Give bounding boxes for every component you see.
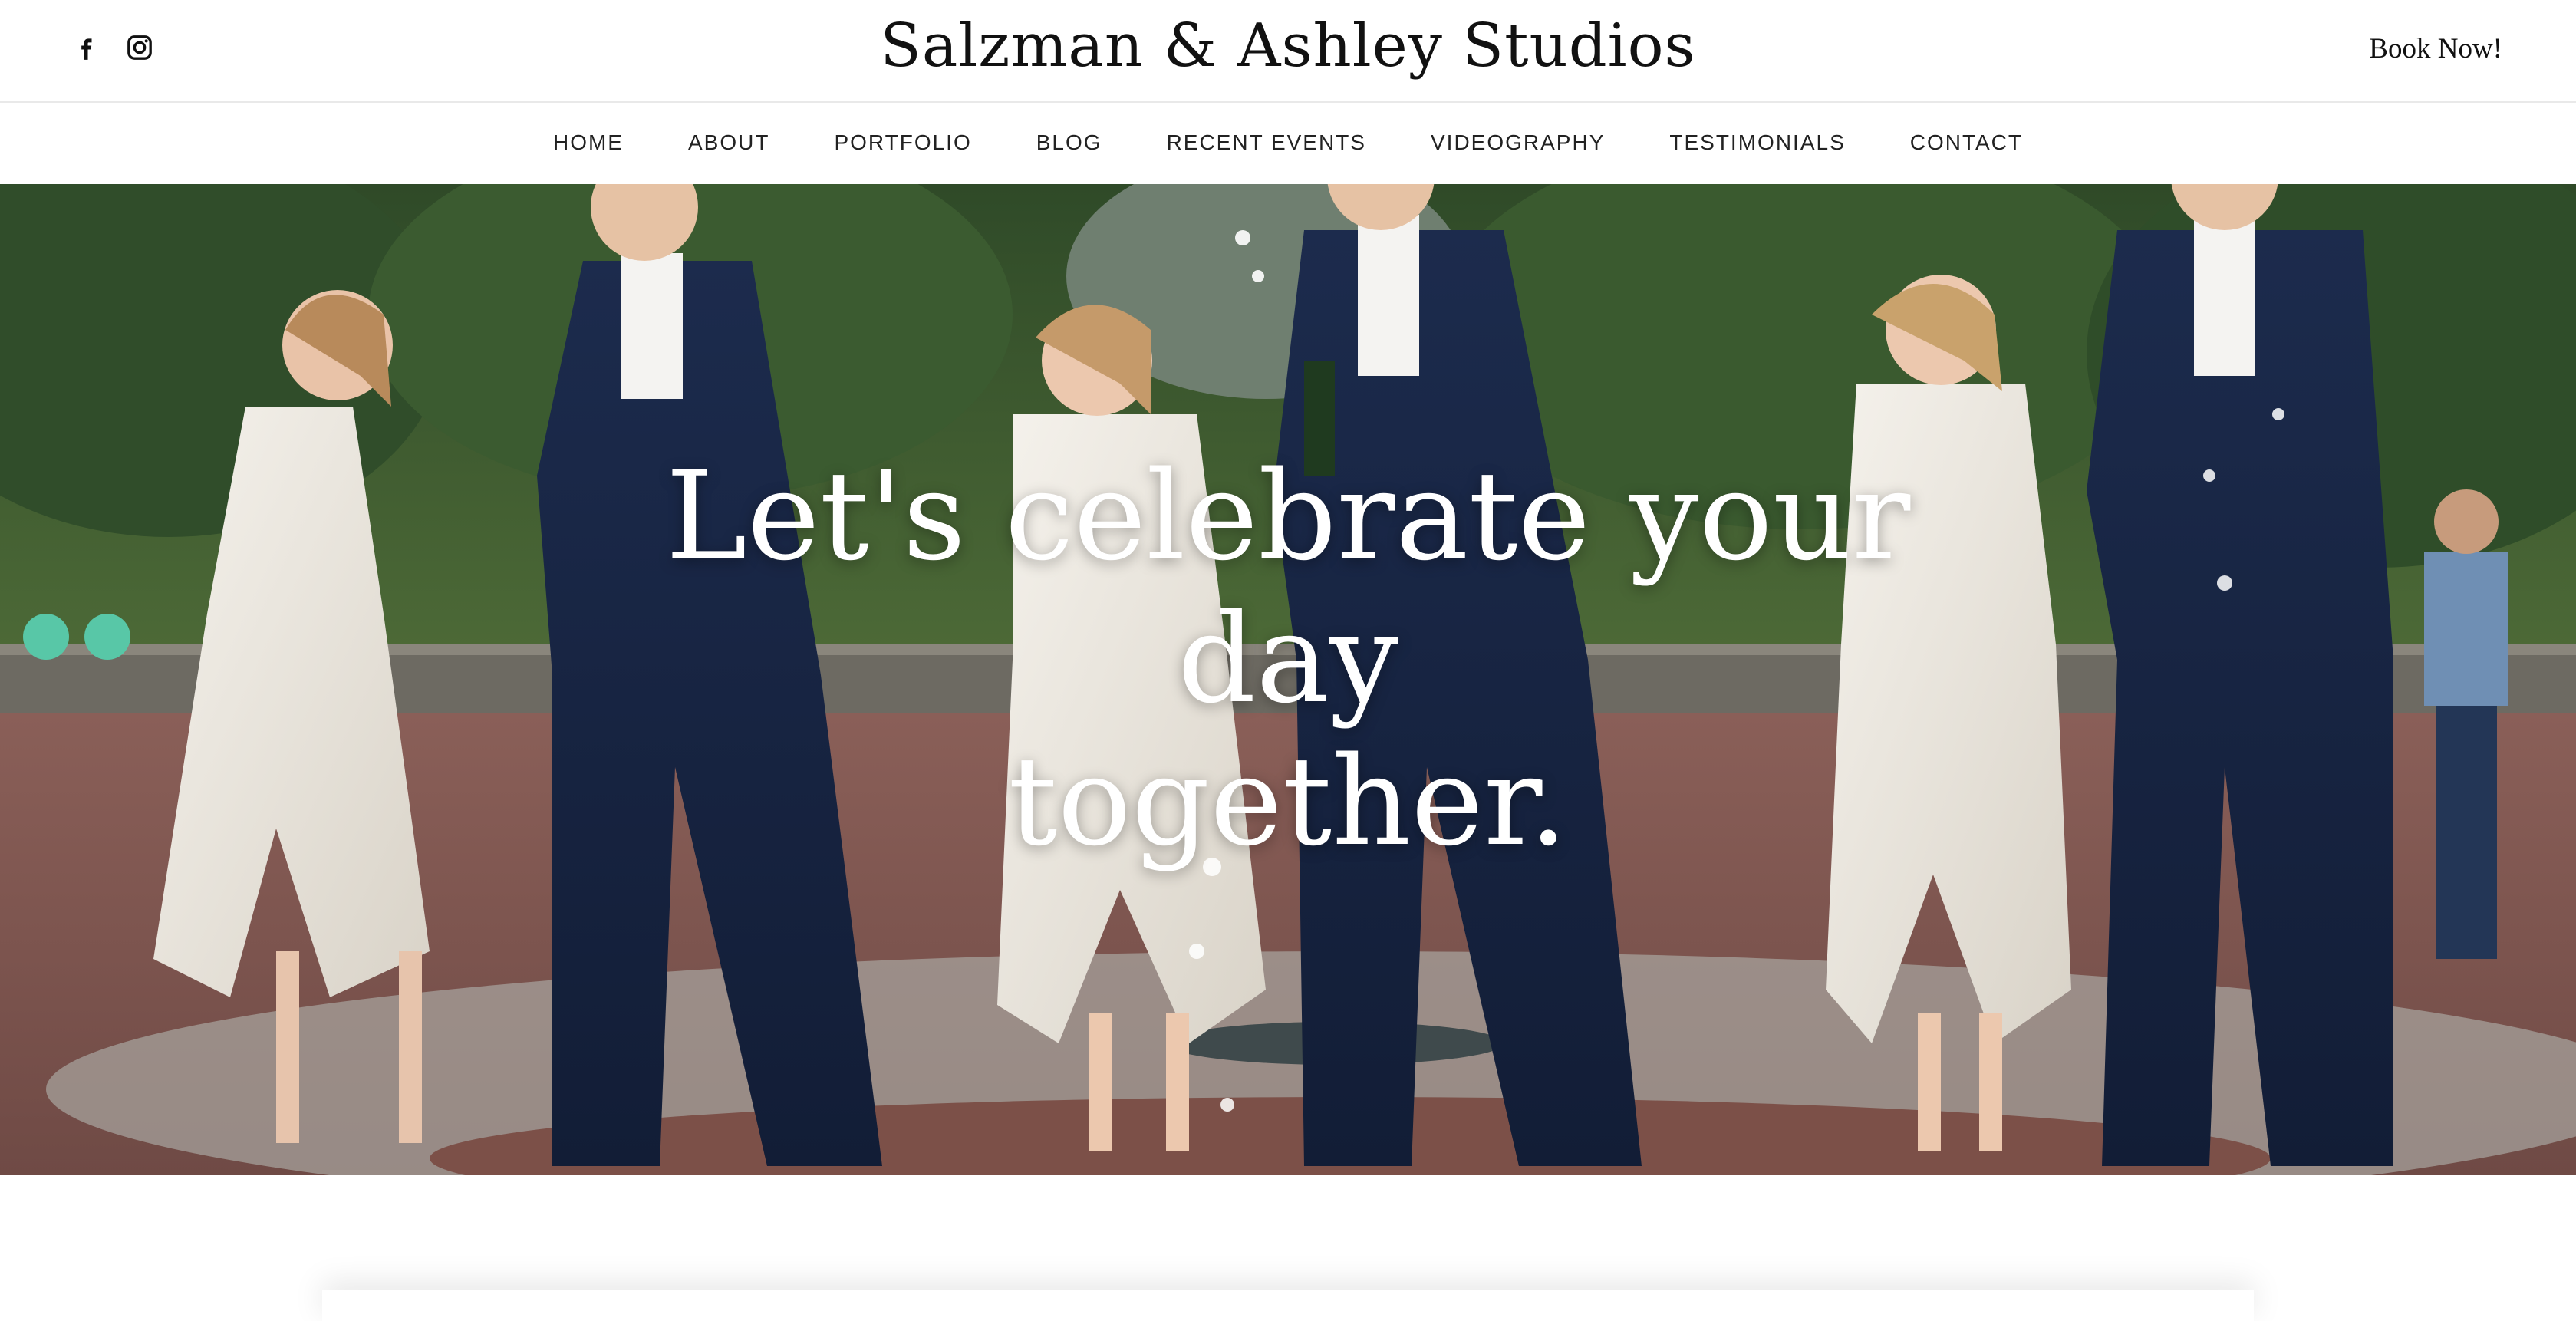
- content-section: [0, 1175, 2576, 1321]
- hero-headline-line-1: Let's celebrate your day: [665, 444, 1911, 730]
- site-title[interactable]: Salzman & Ashley Studios: [0, 8, 2576, 84]
- nav-item-videography[interactable]: VIDEOGRAPHY: [1431, 130, 1605, 155]
- book-now-button[interactable]: Book Now!: [2369, 28, 2502, 71]
- hero-headline: Let's celebrate your day together.: [598, 445, 1978, 873]
- hero-headline-line-2: together.: [1008, 730, 1568, 873]
- nav-item-about[interactable]: ABOUT: [688, 130, 769, 155]
- nav-item-recent-events[interactable]: RECENT EVENTS: [1167, 130, 1366, 155]
- hero-banner: Let's celebrate your day together.: [0, 184, 2576, 1175]
- content-card-edge: [322, 1290, 2254, 1321]
- nav-item-portfolio[interactable]: PORTFOLIO: [834, 130, 971, 155]
- nav-item-home[interactable]: HOME: [553, 130, 624, 155]
- main-navigation: HOME ABOUT PORTFOLIO BLOG RECENT EVENTS …: [0, 103, 2576, 183]
- nav-item-testimonials[interactable]: TESTIMONIALS: [1669, 130, 1845, 155]
- nav-item-contact[interactable]: CONTACT: [1910, 130, 2023, 155]
- site-header: Salzman & Ashley Studios Book Now!: [0, 0, 2576, 103]
- nav-item-blog[interactable]: BLOG: [1036, 130, 1102, 155]
